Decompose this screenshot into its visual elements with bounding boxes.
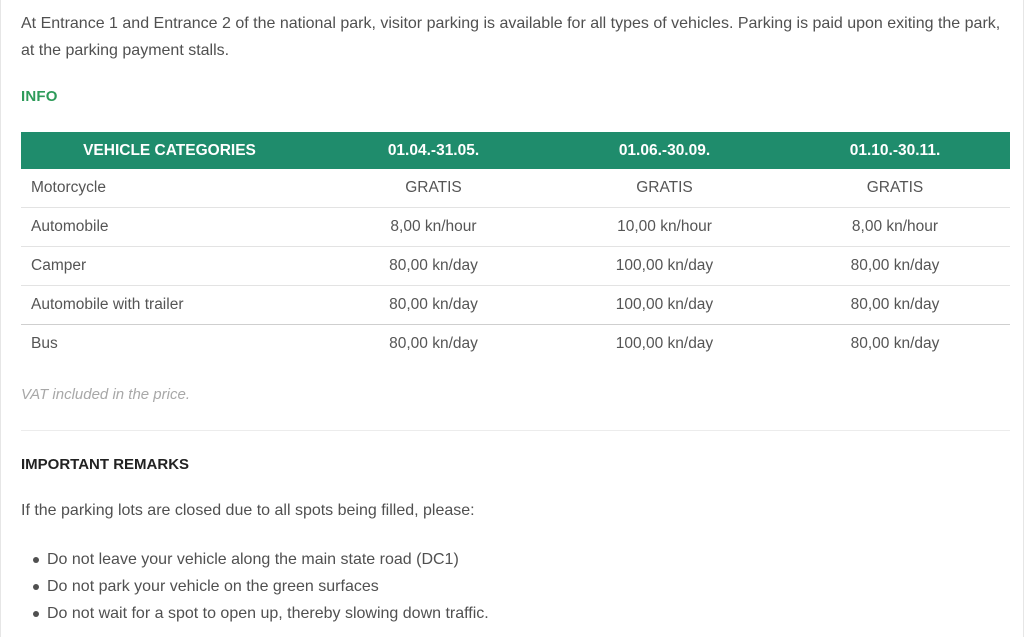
price-cell: 80,00 kn/day bbox=[389, 335, 478, 352]
table-row: Camper 80,00 kn/day 100,00 kn/day 80,00 … bbox=[21, 246, 1010, 286]
price-cell: 80,00 kn/day bbox=[780, 285, 1010, 325]
bullet-icon bbox=[33, 611, 39, 617]
price-cell: GRATIS bbox=[318, 169, 549, 208]
intro-paragraph: At Entrance 1 and Entrance 2 of the nati… bbox=[21, 15, 1001, 59]
vehicle-category-cell: Camper bbox=[21, 246, 318, 286]
list-item-text: Do not leave your vehicle along the main… bbox=[47, 551, 459, 568]
price-cell: 80,00 kn/day bbox=[318, 285, 549, 325]
price-cell: 80,00 kn/day bbox=[780, 246, 1010, 286]
table-row: Motorcycle GRATIS GRATIS GRATIS bbox=[21, 169, 1010, 208]
list-item: Do not park your vehicle on the green su… bbox=[21, 573, 489, 600]
price-cell: GRATIS bbox=[549, 169, 780, 208]
header-vehicle-categories: VEHICLE CATEGORIES bbox=[83, 141, 256, 159]
parking-price-table: VEHICLE CATEGORIES 01.04.-31.05. 01.06.-… bbox=[21, 132, 1010, 363]
vehicle-category-cell: Automobile with trailer bbox=[21, 285, 318, 325]
list-item-text: Do not wait for a spot to open up, there… bbox=[47, 605, 489, 622]
price-cell: 10,00 kn/hour bbox=[549, 207, 780, 247]
price-cell: 100,00 kn/day bbox=[549, 285, 780, 325]
remarks-intro: If the parking lots are closed due to al… bbox=[21, 502, 475, 519]
price-cell: 80,00 kn/day bbox=[318, 246, 549, 286]
price-cell: 80,00 kn/day bbox=[850, 335, 940, 352]
info-heading: INFO bbox=[21, 88, 58, 105]
remarks-list: Do not leave your vehicle along the main… bbox=[21, 546, 489, 627]
parking-info-page: At Entrance 1 and Entrance 2 of the nati… bbox=[0, 0, 1024, 637]
price-cell: 8,00 kn/hour bbox=[318, 207, 549, 247]
price-cell: 100,00 kn/day bbox=[549, 246, 780, 286]
vehicle-category-cell: Bus bbox=[31, 335, 58, 352]
important-remarks-heading: IMPORTANT REMARKS bbox=[21, 456, 190, 473]
price-cell: GRATIS bbox=[780, 169, 1010, 208]
vat-note: VAT included in the price. bbox=[21, 386, 190, 403]
price-cell: 100,00 kn/day bbox=[615, 335, 714, 352]
header-period-summer: 01.06.-30.09. bbox=[618, 141, 711, 159]
vehicle-category-cell: Motorcycle bbox=[21, 169, 318, 208]
table-row: Automobile with trailer 80,00 kn/day 100… bbox=[21, 285, 1010, 325]
vehicle-category-cell: Automobile bbox=[21, 207, 318, 247]
header-period-spring: 01.04.-31.05. bbox=[387, 141, 480, 159]
price-cell: 8,00 kn/hour bbox=[780, 207, 1010, 247]
table-row: Automobile 8,00 kn/hour 10,00 kn/hour 8,… bbox=[21, 207, 1010, 247]
section-divider bbox=[21, 430, 1010, 431]
bullet-icon bbox=[33, 557, 39, 563]
list-item: Do not leave your vehicle along the main… bbox=[21, 546, 489, 573]
list-item-text: Do not park your vehicle on the green su… bbox=[47, 578, 379, 595]
header-period-autumn: 01.10.-30.11. bbox=[849, 141, 941, 159]
table-header-row: VEHICLE CATEGORIES 01.04.-31.05. 01.06.-… bbox=[21, 132, 1010, 169]
table-row: Bus 80,00 kn/day 100,00 kn/day 80,00 kn/… bbox=[21, 325, 1010, 364]
list-item: Do not wait for a spot to open up, there… bbox=[21, 600, 489, 627]
bullet-icon bbox=[33, 584, 39, 590]
